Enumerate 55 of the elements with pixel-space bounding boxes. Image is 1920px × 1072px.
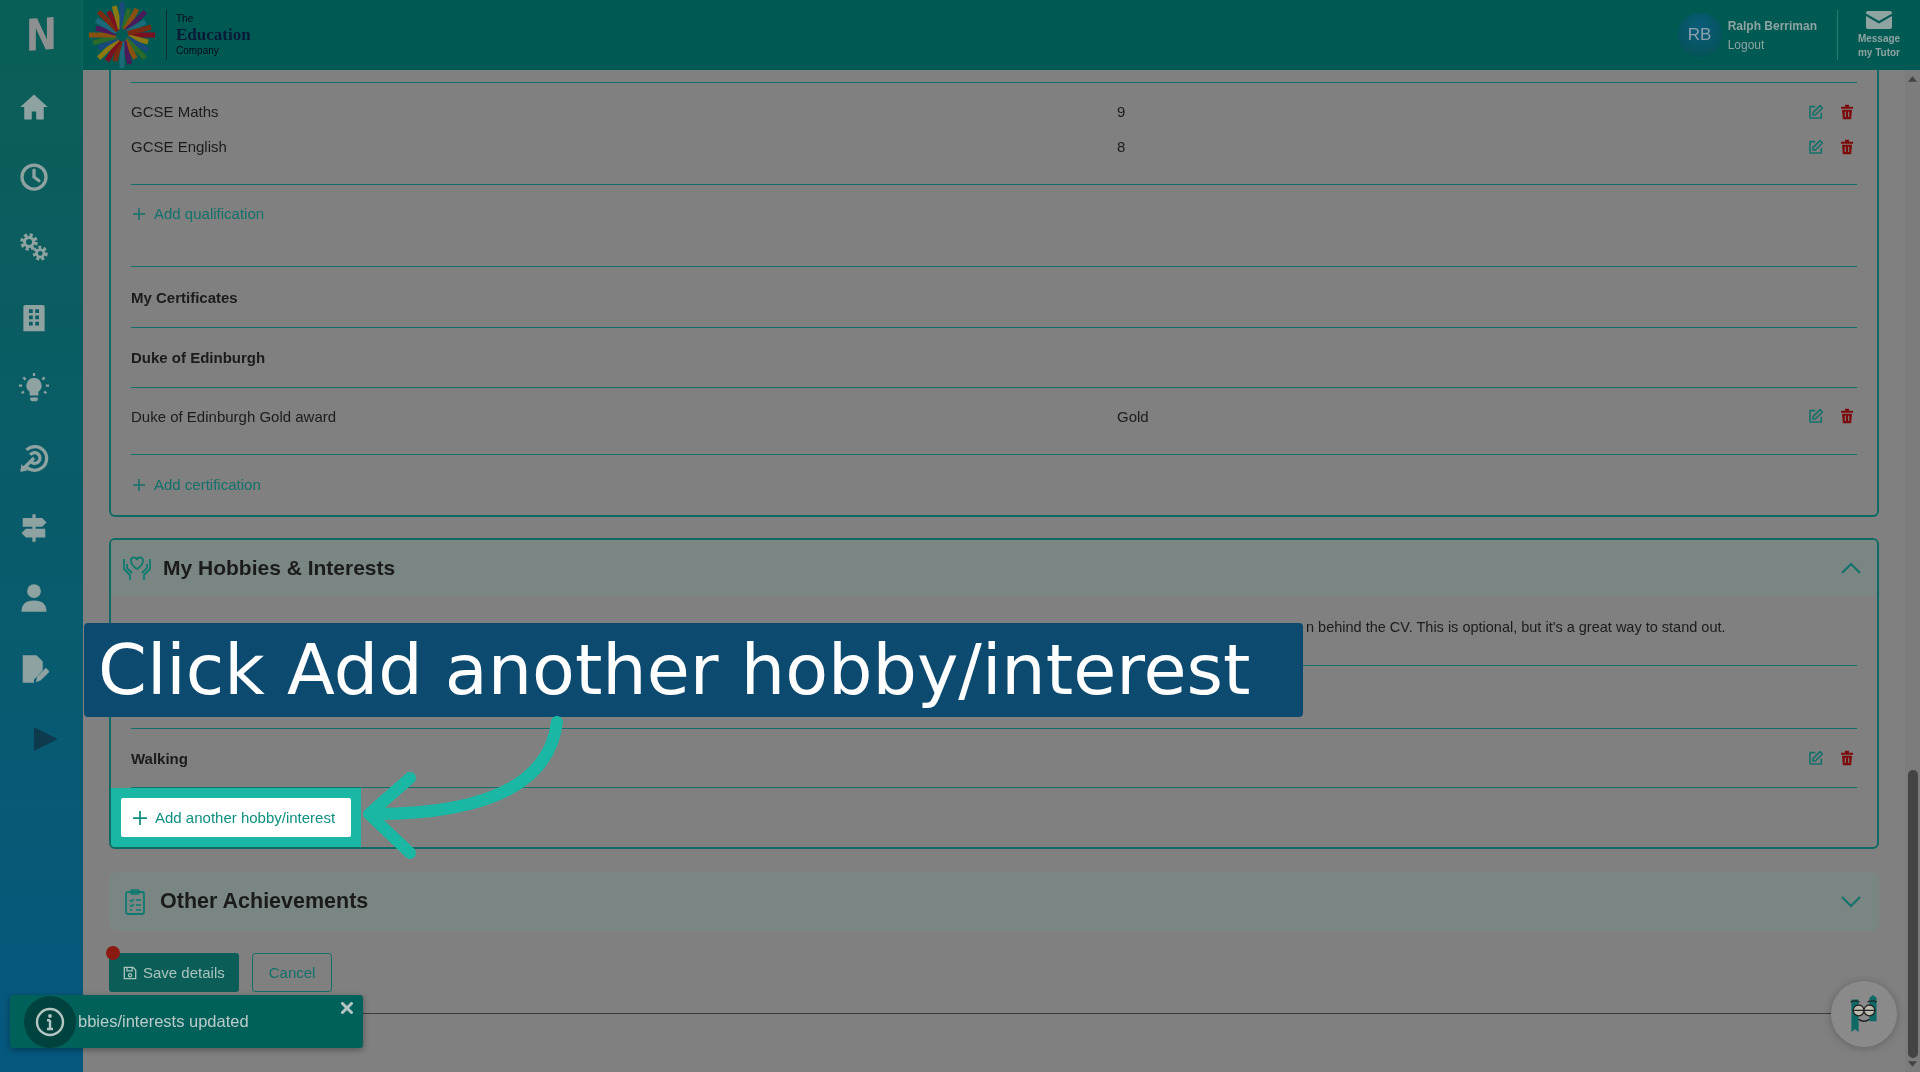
trash-icon[interactable] — [1839, 408, 1855, 424]
brand-name: Education — [176, 25, 251, 45]
section-title: Other Achievements — [160, 889, 370, 914]
instruction-callout: Click Add another hobby/interest — [84, 623, 1303, 717]
person-icon[interactable] — [19, 583, 49, 614]
hands-heart-icon — [122, 555, 152, 581]
chevron-down-icon[interactable] — [1841, 895, 1861, 908]
close-icon[interactable] — [341, 1002, 353, 1014]
logout-link[interactable]: Logout — [1727, 37, 1817, 52]
home-icon[interactable] — [19, 92, 49, 123]
edit-icon[interactable] — [1808, 750, 1824, 766]
clock-icon[interactable] — [19, 162, 49, 193]
scroll-down-icon[interactable] — [1908, 1061, 1917, 1067]
edit-icon[interactable] — [1808, 103, 1824, 120]
intro-text: n behind the CV. This is optional, but it's a great way to stand out. — [1306, 619, 1726, 635]
target-arrow-icon[interactable] — [19, 443, 49, 474]
section-heading: My Certificates — [131, 287, 239, 308]
edit-icon[interactable] — [1808, 138, 1824, 155]
plus-icon — [133, 479, 145, 491]
clipboard-list-icon — [125, 888, 145, 915]
user-avatar: RB — [1677, 13, 1722, 57]
collapsible-panel-header[interactable]: Other Achievements — [109, 872, 1879, 931]
gears-icon[interactable] — [19, 232, 49, 263]
chatbot-button[interactable] — [1831, 981, 1897, 1047]
group-heading: Duke of Edinburgh — [131, 348, 267, 368]
plus-icon — [133, 208, 145, 220]
info-icon — [24, 996, 76, 1048]
scrollbar-thumb[interactable] — [1907, 770, 1918, 1058]
trash-icon[interactable] — [1839, 138, 1855, 155]
qualification-grade: 8 — [1117, 138, 1127, 155]
trash-icon[interactable] — [1839, 103, 1855, 120]
certificate-award: Gold — [1117, 407, 1150, 425]
message-tutor-button[interactable]: Message my Tutor — [1838, 0, 1920, 70]
sunburst-logo-icon — [87, 0, 157, 70]
lightbulb-icon[interactable] — [19, 372, 49, 403]
hobby-name: Walking — [131, 749, 189, 767]
qualification-name: GCSE English — [131, 138, 228, 155]
save-details-button[interactable]: Save details — [109, 953, 239, 992]
user-name: Ralph Berriman — [1727, 18, 1817, 33]
brand-prefix: The — [176, 14, 195, 24]
brand-suffix: Company — [176, 46, 220, 56]
certificate-name: Duke of Edinburgh Gold award — [131, 407, 338, 425]
scroll-up-icon[interactable] — [1908, 76, 1917, 82]
trash-icon[interactable] — [1839, 750, 1855, 766]
toast-message: bbies/interests updated — [78, 1012, 249, 1031]
scrollbar[interactable] — [1905, 70, 1920, 1072]
qualification-name: GCSE Maths — [131, 103, 220, 120]
add-hobby-button[interactable]: Add another hobby/interest — [121, 798, 351, 837]
signpost-icon[interactable] — [19, 513, 49, 544]
section-title: My Hobbies & Interests — [163, 556, 397, 580]
chevron-up-icon[interactable] — [1841, 562, 1861, 574]
qualification-grade: 9 — [1117, 103, 1127, 120]
edit-icon[interactable] — [1808, 408, 1824, 424]
plus-icon — [133, 810, 147, 825]
mail-icon — [1866, 10, 1892, 29]
